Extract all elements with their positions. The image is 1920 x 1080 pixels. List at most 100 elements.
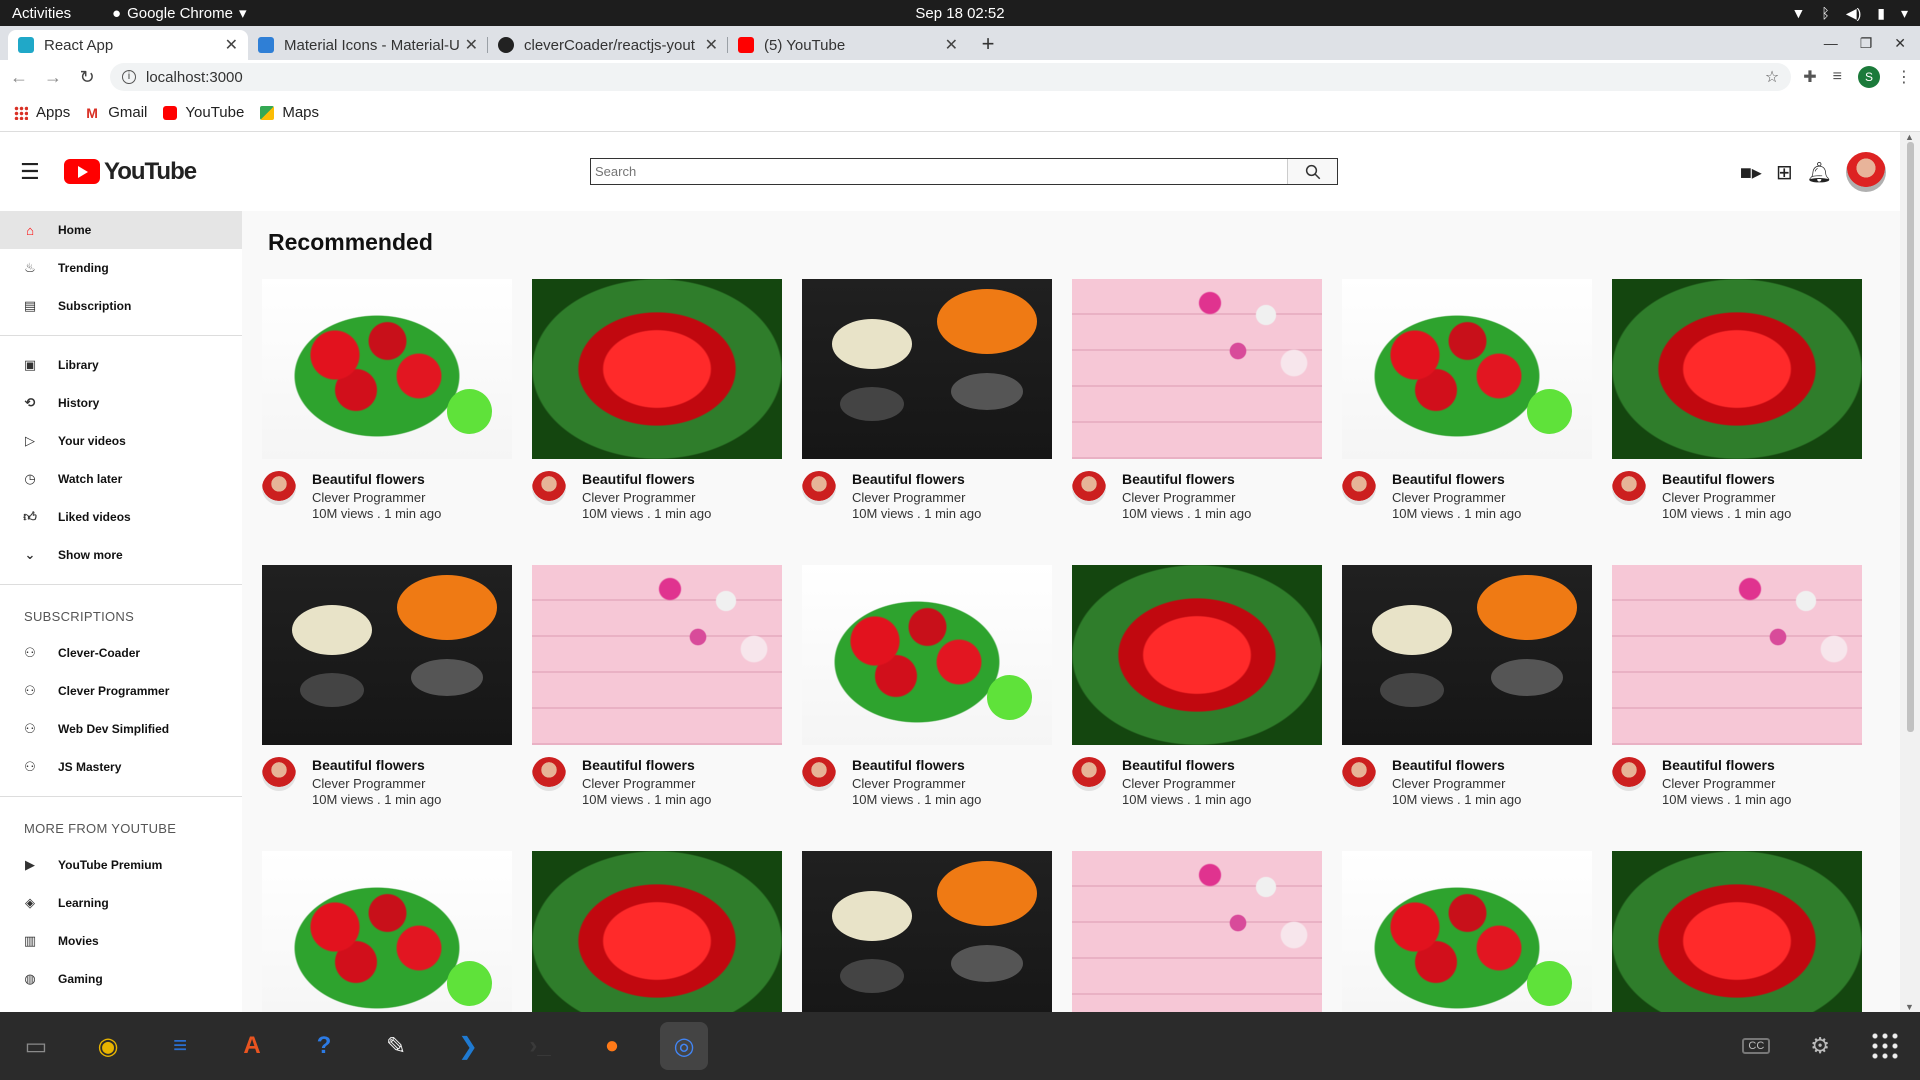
tab-react-app[interactable]: React App ✕: [8, 30, 248, 60]
youtube-logo[interactable]: YouTube: [64, 158, 197, 186]
bookmark-maps[interactable]: Maps: [260, 104, 319, 121]
channel-avatar[interactable]: [802, 757, 836, 791]
close-tab-icon[interactable]: ✕: [465, 35, 478, 55]
video-channel[interactable]: Clever Programmer: [1662, 490, 1791, 506]
channel-avatar[interactable]: [532, 471, 566, 505]
scroll-down-icon[interactable]: ▼: [1905, 1002, 1914, 1012]
video-card[interactable]: Beautiful flowersClever Programmer10M vi…: [262, 279, 512, 544]
video-channel[interactable]: Clever Programmer: [582, 490, 711, 506]
sidebar-item-show-more[interactable]: ⌄ Show more: [0, 536, 242, 574]
page-scrollbar[interactable]: ▲ ▼: [1900, 132, 1920, 1012]
sidebar-item-subscription-channel[interactable]: ⚇ Web Dev Simplified: [0, 710, 242, 748]
video-title[interactable]: Beautiful flowers: [312, 757, 441, 773]
video-title[interactable]: Beautiful flowers: [1392, 757, 1521, 773]
channel-avatar[interactable]: [1342, 471, 1376, 505]
video-card[interactable]: Beautiful flowersClever Programmer10M vi…: [1072, 565, 1322, 830]
video-thumbnail[interactable]: [1612, 851, 1862, 1012]
video-thumbnail[interactable]: [262, 565, 512, 745]
captions-icon[interactable]: CC: [1742, 1038, 1771, 1054]
video-card[interactable]: Beautiful flowersClever Programmer10M vi…: [532, 279, 782, 544]
close-tab-icon[interactable]: ✕: [945, 35, 958, 55]
channel-avatar[interactable]: [802, 471, 836, 505]
sidebar-item-subscription-channel[interactable]: ⚇ Clever-Coader: [0, 634, 242, 672]
video-thumbnail[interactable]: [1342, 565, 1592, 745]
profile-avatar[interactable]: S: [1858, 66, 1880, 88]
video-thumbnail[interactable]: [532, 279, 782, 459]
close-window-icon[interactable]: ✕: [1894, 35, 1906, 52]
video-card[interactable]: Beautiful flowersClever Programmer10M vi…: [802, 279, 1052, 544]
tab-youtube[interactable]: (5) YouTube ✕: [728, 30, 968, 60]
menu-icon[interactable]: ☰: [20, 159, 44, 185]
sidebar-item-subscription-channel[interactable]: ⚇ JS Mastery: [0, 748, 242, 786]
video-channel[interactable]: Clever Programmer: [1392, 776, 1521, 792]
video-channel[interactable]: Clever Programmer: [1392, 490, 1521, 506]
clock[interactable]: Sep 18 02:52: [915, 5, 1004, 22]
minimize-icon[interactable]: —: [1824, 35, 1838, 52]
software-icon[interactable]: A: [228, 1022, 276, 1070]
video-card[interactable]: Beautiful flowersClever Programmer10M vi…: [1072, 851, 1322, 1012]
video-channel[interactable]: Clever Programmer: [582, 776, 711, 792]
activities-button[interactable]: Activities: [12, 5, 112, 22]
bookmark-gmail[interactable]: M Gmail: [86, 104, 147, 121]
app-menu[interactable]: ● Google Chrome ▾: [112, 4, 246, 23]
video-card[interactable]: Beautiful flowersClever Programmer10M vi…: [1072, 279, 1322, 544]
video-thumbnail[interactable]: [262, 279, 512, 459]
video-title[interactable]: Beautiful flowers: [852, 757, 981, 773]
video-channel[interactable]: Clever Programmer: [852, 490, 981, 506]
tab-material-icons[interactable]: Material Icons - Material-U ✕: [248, 30, 488, 60]
help-icon[interactable]: ?: [300, 1022, 348, 1070]
video-card[interactable]: Beautiful flowersClever Programmer10M vi…: [532, 565, 782, 830]
video-card[interactable]: Beautiful flowersClever Programmer10M vi…: [1612, 851, 1862, 1012]
channel-avatar[interactable]: [262, 471, 296, 505]
video-thumbnail[interactable]: [1612, 279, 1862, 459]
video-card[interactable]: Beautiful flowersClever Programmer10M vi…: [1342, 565, 1592, 830]
system-tray[interactable]: ▼ ᛒ ◀) ▮ ▾: [1792, 5, 1908, 22]
sidebar-item-learning[interactable]: ◈ Learning: [0, 884, 242, 922]
rhythmbox-icon[interactable]: ◉: [84, 1022, 132, 1070]
video-channel[interactable]: Clever Programmer: [1122, 776, 1251, 792]
bookmark-youtube[interactable]: YouTube: [163, 104, 244, 121]
video-card[interactable]: Beautiful flowersClever Programmer10M vi…: [532, 851, 782, 1012]
channel-avatar[interactable]: [1612, 757, 1646, 791]
channel-avatar[interactable]: [1072, 471, 1106, 505]
video-card[interactable]: Beautiful flowersClever Programmer10M vi…: [1342, 279, 1592, 544]
sidebar-item-home[interactable]: ⌂ Home: [0, 211, 242, 249]
notifications-icon[interactable]: 🔔︎: [1807, 160, 1832, 185]
sidebar-item-liked-videos[interactable]: 👍︎ Liked videos: [0, 498, 242, 536]
extensions-icon[interactable]: ✚: [1803, 67, 1816, 87]
sidebar-item-movies[interactable]: ▥ Movies: [0, 922, 242, 960]
sidebar-item-gaming[interactable]: ◍ Gaming: [0, 960, 242, 998]
video-thumbnail[interactable]: [532, 565, 782, 745]
video-card[interactable]: Beautiful flowersClever Programmer10M vi…: [1612, 565, 1862, 830]
video-thumbnail[interactable]: [802, 279, 1052, 459]
channel-avatar[interactable]: [262, 757, 296, 791]
video-title[interactable]: Beautiful flowers: [582, 471, 711, 487]
video-title[interactable]: Beautiful flowers: [1662, 757, 1791, 773]
sidebar-item-subscription[interactable]: ▤ Subscription: [0, 287, 242, 325]
video-card[interactable]: Beautiful flowersClever Programmer10M vi…: [262, 851, 512, 1012]
video-title[interactable]: Beautiful flowers: [1122, 757, 1251, 773]
video-thumbnail[interactable]: [1342, 279, 1592, 459]
sidebar-item-watch-later[interactable]: ◷ Watch later: [0, 460, 242, 498]
bookmark-star-icon[interactable]: ☆: [1765, 67, 1779, 87]
firefox-icon[interactable]: ●: [588, 1022, 636, 1070]
video-card[interactable]: Beautiful flowersClever Programmer10M vi…: [802, 565, 1052, 830]
sidebar-item-subscription-channel[interactable]: ⚇ Clever Programmer: [0, 672, 242, 710]
video-title[interactable]: Beautiful flowers: [1662, 471, 1791, 487]
video-channel[interactable]: Clever Programmer: [312, 776, 441, 792]
sidebar-item-youtube-premium[interactable]: ▶ YouTube Premium: [0, 846, 242, 884]
reload-icon[interactable]: ↻: [76, 67, 98, 88]
create-video-icon[interactable]: ■▸: [1740, 160, 1762, 185]
video-channel[interactable]: Clever Programmer: [1662, 776, 1791, 792]
video-channel[interactable]: Clever Programmer: [312, 490, 441, 506]
scroll-up-icon[interactable]: ▲: [1905, 132, 1914, 142]
new-tab-button[interactable]: +: [974, 30, 1002, 58]
video-thumbnail[interactable]: [532, 851, 782, 1012]
video-title[interactable]: Beautiful flowers: [1392, 471, 1521, 487]
sidebar-item-library[interactable]: ▣ Library: [0, 346, 242, 384]
address-bar[interactable]: i localhost:3000 ☆: [110, 63, 1792, 91]
show-applications-icon[interactable]: [1870, 1031, 1900, 1061]
channel-avatar[interactable]: [1342, 757, 1376, 791]
video-thumbnail[interactable]: [1612, 565, 1862, 745]
video-channel[interactable]: Clever Programmer: [852, 776, 981, 792]
